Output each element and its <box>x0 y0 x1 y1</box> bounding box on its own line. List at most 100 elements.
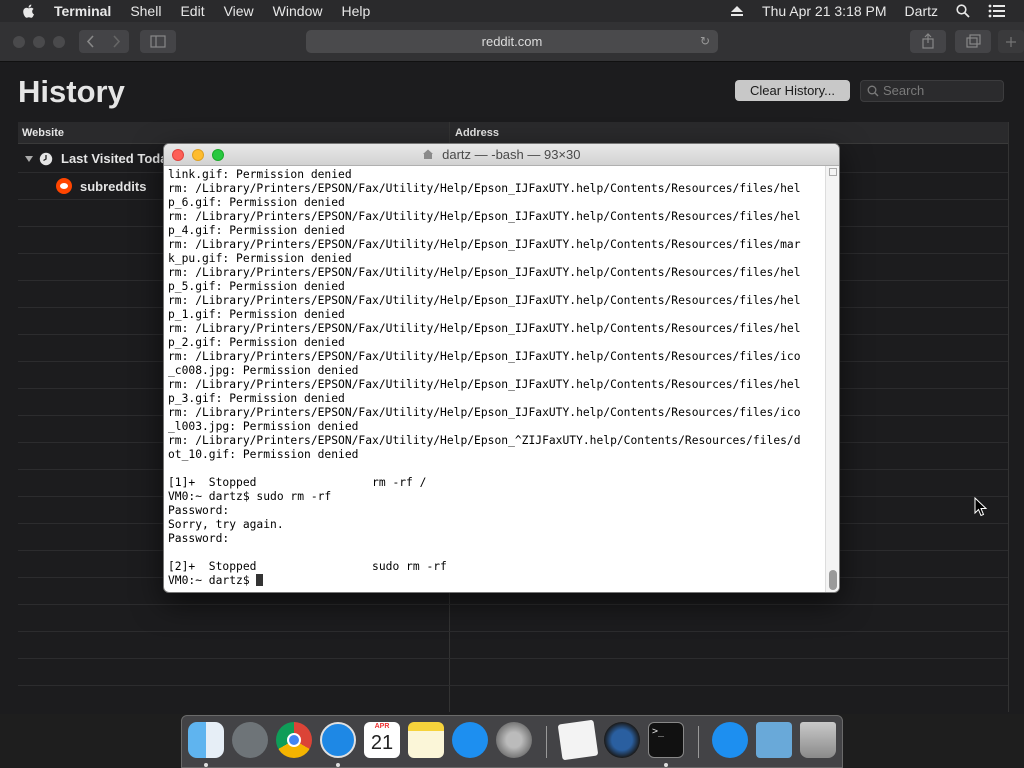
scroll-thumb[interactable] <box>829 570 837 590</box>
history-group-today[interactable]: Last Visited Today <box>24 151 175 166</box>
terminal-line: Sorry, try again. <box>168 518 284 531</box>
dock-separator <box>698 726 699 758</box>
terminal-line: _l003.jpg: Permission denied <box>168 420 359 433</box>
reload-icon[interactable]: ↻ <box>700 30 710 53</box>
mouse-pointer-icon <box>974 497 988 517</box>
page-title: History <box>18 74 125 109</box>
back-forward-buttons[interactable] <box>79 30 129 53</box>
apple-menu-icon[interactable] <box>20 2 38 20</box>
terminal-line: p_3.gif: Permission denied <box>168 392 345 405</box>
terminal-line: link.gif: Permission denied <box>168 168 352 181</box>
address-text: reddit.com <box>481 34 543 49</box>
notification-center-icon[interactable] <box>988 4 1006 18</box>
menu-clock[interactable]: Thu Apr 21 3:18 PM <box>762 3 887 19</box>
terminal-line: rm: /Library/Printers/EPSON/Fax/Utility/… <box>168 434 801 447</box>
terminal-icon-prompt: >_ <box>652 726 665 737</box>
column-divider-right <box>1008 122 1009 712</box>
terminal-line: rm: /Library/Printers/EPSON/Fax/Utility/… <box>168 322 801 335</box>
new-tab-button[interactable] <box>998 30 1024 53</box>
sidebar-toggle-button[interactable] <box>140 30 176 53</box>
eject-icon[interactable] <box>730 5 744 17</box>
trash-icon[interactable] <box>800 722 836 758</box>
disclosure-triangle-icon[interactable] <box>24 154 34 164</box>
terminal-line: p_1.gif: Permission denied <box>168 308 345 321</box>
terminal-line: rm: /Library/Printers/EPSON/Fax/Utility/… <box>168 378 801 391</box>
search-placeholder: Search <box>883 83 925 98</box>
terminal-lines: link.gif: Permission denied rm: /Library/… <box>168 168 823 574</box>
chrome-icon[interactable] <box>276 722 312 758</box>
terminal-output[interactable]: link.gif: Permission denied rm: /Library/… <box>168 168 823 592</box>
forward-icon[interactable] <box>104 30 128 53</box>
close-window-button[interactable] <box>13 36 25 48</box>
terminal-line: VM0:~ dartz$ sudo rm -rf <box>168 490 332 503</box>
terminal-line: p_2.gif: Permission denied <box>168 336 345 349</box>
share-button[interactable] <box>910 30 946 53</box>
menu-window[interactable]: Window <box>273 3 323 19</box>
table-row <box>18 631 1008 632</box>
terminal-close-button[interactable] <box>172 149 184 161</box>
quicktime-icon[interactable] <box>604 722 640 758</box>
history-search-input[interactable]: Search <box>860 80 1004 102</box>
safari-icon[interactable] <box>320 722 356 758</box>
terminal-minimize-button[interactable] <box>192 149 204 161</box>
history-item-subreddits[interactable]: subreddits <box>56 178 146 194</box>
back-icon[interactable] <box>79 30 103 53</box>
safari-toolbar: reddit.com ↻ <box>0 22 1024 62</box>
clear-history-button[interactable]: Clear History... <box>735 80 850 101</box>
menu-bar: Terminal Shell Edit View Window Help Thu… <box>0 0 1024 22</box>
history-column-header: Website Address <box>18 122 1008 144</box>
menu-terminal[interactable]: Terminal <box>54 3 111 19</box>
downloads-folder-icon[interactable] <box>756 722 792 758</box>
reddit-favicon-icon <box>56 178 72 194</box>
finder-icon[interactable] <box>188 722 224 758</box>
launchpad-icon[interactable] <box>232 722 268 758</box>
terminal-prompt: VM0:~ dartz$ <box>168 574 257 587</box>
menu-shell[interactable]: Shell <box>130 3 161 19</box>
terminal-titlebar[interactable]: dartz — -bash — 93×30 <box>164 144 839 166</box>
terminal-line: p_5.gif: Permission denied <box>168 280 345 293</box>
plus-icon <box>1006 37 1016 47</box>
terminal-icon[interactable]: >_ <box>648 722 684 758</box>
tabs-icon <box>966 34 981 48</box>
tabs-overview-button[interactable] <box>955 30 991 53</box>
terminal-prompt-line: VM0:~ dartz$ <box>168 574 823 588</box>
terminal-line: rm: /Library/Printers/EPSON/Fax/Utility/… <box>168 350 801 363</box>
terminal-window[interactable]: dartz — -bash — 93×30 link.gif: Permissi… <box>163 143 840 593</box>
terminal-line: [2]+ Stopped sudo rm -rf <box>168 560 447 573</box>
column-website[interactable]: Website <box>22 127 64 139</box>
dock-separator <box>546 726 547 758</box>
clock-icon <box>39 152 53 165</box>
terminal-line: k_pu.gif: Permission denied <box>168 252 352 265</box>
menu-help[interactable]: Help <box>341 3 370 19</box>
terminal-line: rm: /Library/Printers/EPSON/Fax/Utility/… <box>168 182 801 195</box>
terminal-zoom-button[interactable] <box>212 149 224 161</box>
spotlight-icon[interactable] <box>956 4 970 18</box>
app-store-icon[interactable] <box>452 722 488 758</box>
terminal-line: [1]+ Stopped rm -rf / <box>168 476 427 489</box>
address-bar[interactable]: reddit.com ↻ <box>306 30 718 53</box>
system-preferences-icon[interactable] <box>496 722 532 758</box>
menu-view[interactable]: View <box>224 3 254 19</box>
zoom-window-button[interactable] <box>53 36 65 48</box>
search-icon <box>867 85 879 97</box>
terminal-line: rm: /Library/Printers/EPSON/Fax/Utility/… <box>168 294 801 307</box>
terminal-scrollbar[interactable] <box>825 166 839 592</box>
menu-user[interactable]: Dartz <box>905 3 938 19</box>
calendar-icon[interactable]: APR 21 <box>364 722 400 758</box>
minimize-window-button[interactable] <box>33 36 45 48</box>
finder-running-dot <box>204 763 208 767</box>
column-address[interactable]: Address <box>455 127 499 139</box>
notes-icon[interactable] <box>408 722 444 758</box>
history-item-label: subreddits <box>80 178 147 194</box>
app-store-2-icon[interactable] <box>712 722 748 758</box>
textedit-icon[interactable] <box>557 719 599 761</box>
menu-edit[interactable]: Edit <box>180 3 204 19</box>
dock: APR 21 >_ <box>181 715 843 768</box>
terminal-line: rm: /Library/Printers/EPSON/Fax/Utility/… <box>168 266 801 279</box>
terminal-title: dartz — -bash — 93×30 <box>442 147 581 162</box>
safari-running-dot <box>336 763 340 767</box>
terminal-line: rm: /Library/Printers/EPSON/Fax/Utility/… <box>168 238 801 251</box>
terminal-line: Password: <box>168 504 230 517</box>
